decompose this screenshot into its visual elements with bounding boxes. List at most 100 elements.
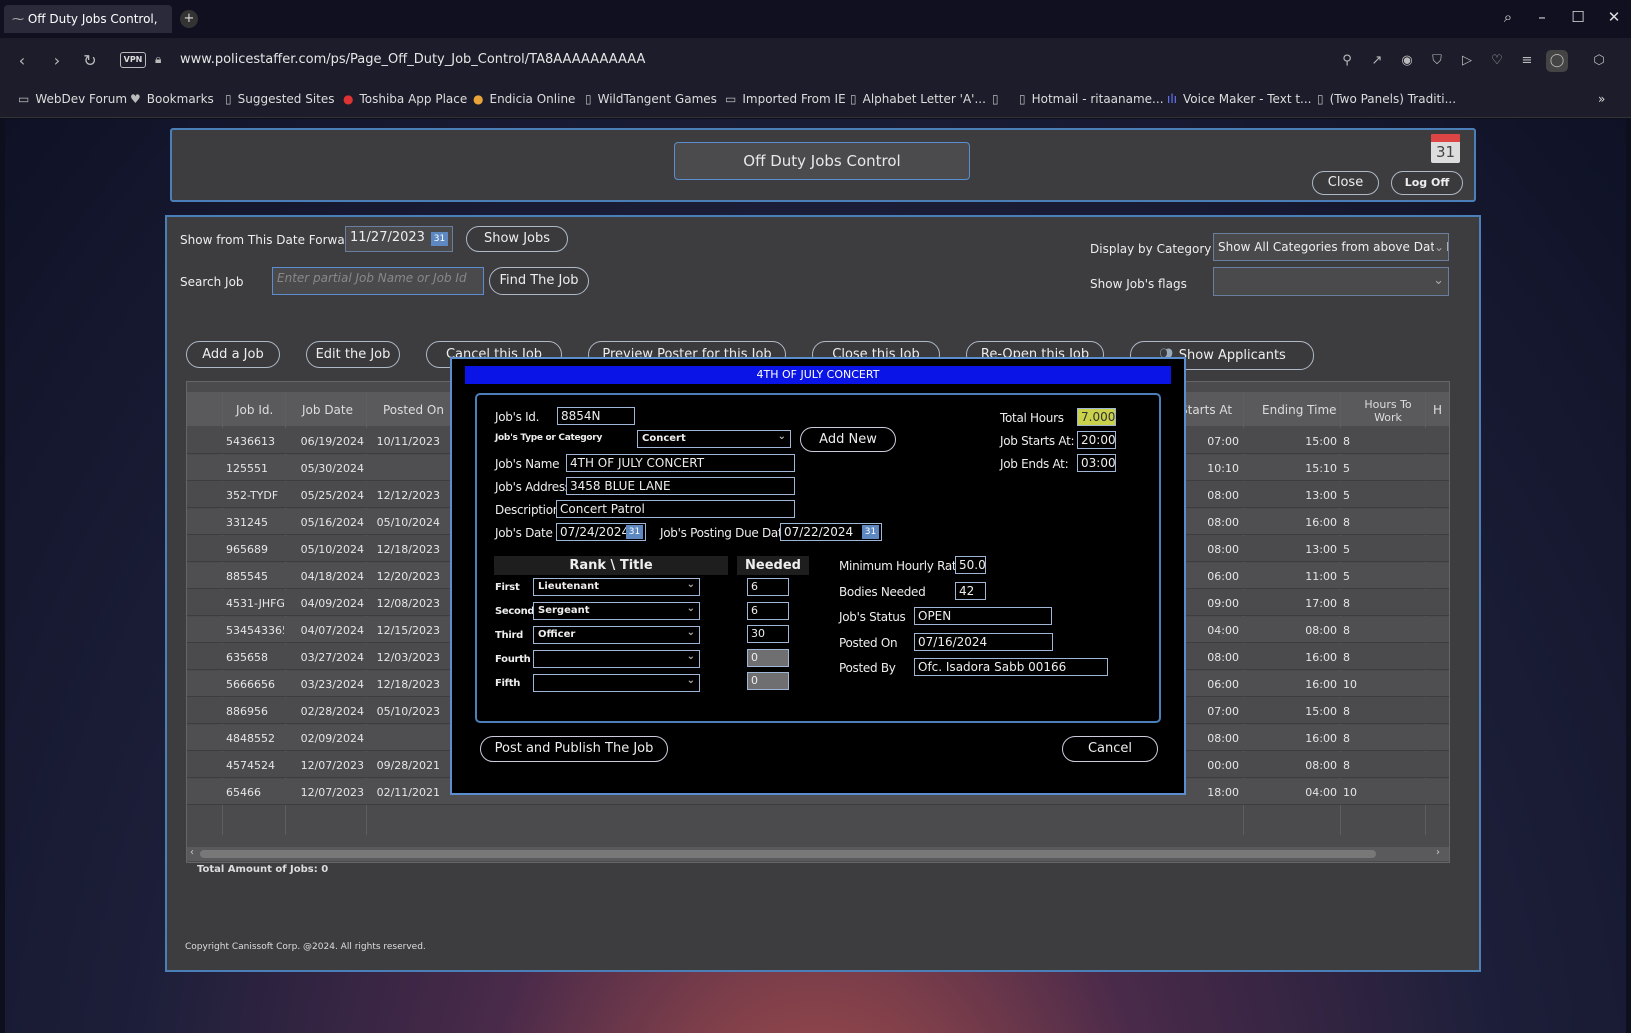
posted-on-field[interactable]: 07/16/2024: [914, 633, 1053, 651]
bookmark-item[interactable]: ▯ Suggested Sites: [225, 92, 335, 106]
bookmark-item[interactable]: ● Toshiba App Place: [343, 92, 467, 106]
bodies-needed-field[interactable]: 42: [955, 582, 986, 600]
posted-by-field[interactable]: Ofc. Isadora Sabb 00166: [914, 658, 1108, 676]
play-icon[interactable]: ▷: [1456, 50, 1478, 72]
share-icon[interactable]: ↗: [1366, 50, 1388, 72]
needed-field[interactable]: 6: [747, 602, 789, 620]
column-header-h[interactable]: H: [1433, 403, 1442, 417]
minimize-icon[interactable]: –: [1528, 8, 1556, 30]
calendar-icon[interactable]: 31: [1431, 134, 1460, 163]
job-name-field[interactable]: 4TH OF JULY CONCERT: [566, 454, 795, 472]
cell-hours: 8: [1343, 651, 1350, 664]
column-header-starts-at[interactable]: Starts At: [1180, 403, 1232, 417]
bookmark-item[interactable]: ▯ WildTangent Games: [585, 92, 717, 106]
rank-select[interactable]: Lieutenant ⌄: [533, 578, 700, 596]
job-status-field[interactable]: OPEN: [914, 607, 1052, 625]
back-icon[interactable]: ‹: [10, 50, 34, 74]
scroll-right-icon[interactable]: ›: [1436, 847, 1440, 858]
browser-tab[interactable]: ⁓ Off Duty Jobs Control,: [4, 5, 172, 33]
cell-job-id: 331245: [226, 516, 268, 529]
needed-field[interactable]: 0: [747, 649, 789, 667]
flags-select[interactable]: ⌄: [1213, 267, 1449, 296]
add-job-button[interactable]: Add a Job: [186, 341, 280, 368]
post-publish-button[interactable]: Post and Publish The Job: [480, 736, 668, 762]
column-header-job-id[interactable]: Job Id.: [236, 403, 273, 417]
calendar-icon[interactable]: 31: [862, 525, 879, 539]
edit-job-button[interactable]: Edit the Job: [306, 341, 400, 368]
bookmark-item[interactable]: ▯ Alphabet Letter 'A'...: [850, 92, 986, 106]
cell-ending-time: 13:00: [1305, 543, 1337, 556]
rank-label: First: [495, 582, 520, 593]
posting-due-field[interactable]: 07/22/2024 31: [780, 523, 882, 541]
total-hours-field[interactable]: 7.000: [1077, 408, 1116, 426]
column-header-ending-time[interactable]: Ending Time: [1262, 403, 1337, 417]
cell-job-id: 5666656: [226, 678, 275, 691]
search-icon[interactable]: ⌕: [1494, 8, 1522, 30]
needed-field[interactable]: 6: [747, 578, 789, 596]
cell-job-id: 4531-JHFG: [226, 597, 284, 610]
camera-icon[interactable]: ◉: [1396, 50, 1418, 72]
category-select[interactable]: Show All Categories from above Date F ⌄: [1213, 233, 1449, 261]
job-ends-field[interactable]: 03:00: [1077, 454, 1116, 472]
description-field[interactable]: Concert Patrol: [556, 500, 795, 518]
rank-select[interactable]: Sergeant ⌄: [533, 602, 700, 620]
bookmark-item[interactable]: ♥ Bookmarks: [130, 92, 214, 106]
cell-job-id: 5345433658: [226, 624, 284, 637]
bookmark-item[interactable]: ılı Voice Maker - Text t...: [1167, 92, 1312, 106]
audio-icon: ılı: [1167, 92, 1178, 106]
column-header-hours[interactable]: Hours To Work: [1358, 398, 1418, 424]
scroll-left-icon[interactable]: ‹: [190, 847, 194, 858]
close-window-icon[interactable]: ✕: [1600, 8, 1628, 30]
date-forward-input[interactable]: 11/27/2023 31: [345, 226, 453, 252]
job-date-field[interactable]: 07/24/2024 31: [556, 523, 646, 541]
extensions-icon[interactable]: ⬡: [1588, 50, 1610, 72]
needed-field[interactable]: 30: [747, 625, 789, 643]
vpn-badge[interactable]: VPN: [120, 52, 146, 68]
bookmark-item[interactable]: ● Endicia Online: [473, 92, 575, 106]
job-id-field[interactable]: 8854N: [557, 407, 635, 425]
show-jobs-button[interactable]: Show Jobs: [466, 226, 568, 252]
maximize-icon[interactable]: ☐: [1564, 8, 1592, 30]
job-type-select[interactable]: Concert ⌄: [637, 430, 791, 448]
calendar-icon[interactable]: 31: [626, 525, 643, 539]
calendar-icon[interactable]: 31: [431, 232, 448, 246]
job-starts-field[interactable]: 20:00: [1077, 431, 1116, 449]
bookmark-item[interactable]: ▯: [992, 92, 1005, 106]
zoom-icon[interactable]: ⚲: [1336, 50, 1358, 72]
cell-job-id: 125551: [226, 462, 268, 475]
bookmarks-more[interactable]: »: [1598, 92, 1605, 106]
close-button[interactable]: Close: [1312, 171, 1379, 195]
find-job-button[interactable]: Find The Job: [489, 267, 589, 295]
bookmark-item[interactable]: ▭ WebDev Forum: [18, 92, 127, 106]
cell-starts-at: 09:00: [1207, 597, 1239, 610]
rank-label: Fifth: [495, 678, 521, 689]
job-address-field[interactable]: 3458 BLUE LANE: [566, 477, 795, 495]
column-header-job-date[interactable]: Job Date: [302, 403, 353, 417]
scrollbar-thumb[interactable]: [200, 850, 1376, 858]
cell-starts-at: 08:00: [1207, 489, 1239, 502]
column-header-posted-on[interactable]: Posted On: [383, 403, 444, 417]
menu-icon[interactable]: ≡: [1516, 50, 1538, 72]
bookmark-item[interactable]: ▯ (Two Panels) Traditi...: [1317, 92, 1456, 106]
rank-label: Second: [495, 606, 535, 617]
shield-icon[interactable]: ⛉: [1426, 50, 1448, 72]
forward-icon[interactable]: ›: [45, 50, 69, 74]
lock-icon[interactable]: 🔒︎: [155, 52, 161, 67]
heart-icon[interactable]: ♡: [1486, 50, 1508, 72]
search-job-input[interactable]: Enter partial Job Name or Job Id: [272, 267, 484, 295]
profile-icon[interactable]: ◯: [1546, 50, 1568, 72]
rank-select[interactable]: Officer ⌄: [533, 626, 700, 644]
rank-select[interactable]: ⌄: [533, 650, 700, 668]
needed-field[interactable]: 0: [747, 672, 789, 690]
new-tab-button[interactable]: +: [180, 10, 198, 28]
address-bar[interactable]: www.policestaffer.com/ps/Page_Off_Duty_J…: [180, 52, 645, 67]
rank-select[interactable]: ⌄: [533, 674, 700, 692]
reload-icon[interactable]: ↻: [78, 50, 102, 74]
logoff-button[interactable]: Log Off: [1391, 171, 1463, 195]
cancel-button[interactable]: Cancel: [1062, 736, 1158, 762]
bookmark-item[interactable]: ▭ Imported From IE: [725, 92, 846, 106]
add-new-button[interactable]: Add New: [800, 427, 896, 452]
page-icon: ▯: [585, 92, 592, 106]
min-rate-field[interactable]: 50.0: [955, 556, 986, 574]
bookmark-item[interactable]: ▯ Hotmail - ritaaname...: [1019, 92, 1164, 106]
